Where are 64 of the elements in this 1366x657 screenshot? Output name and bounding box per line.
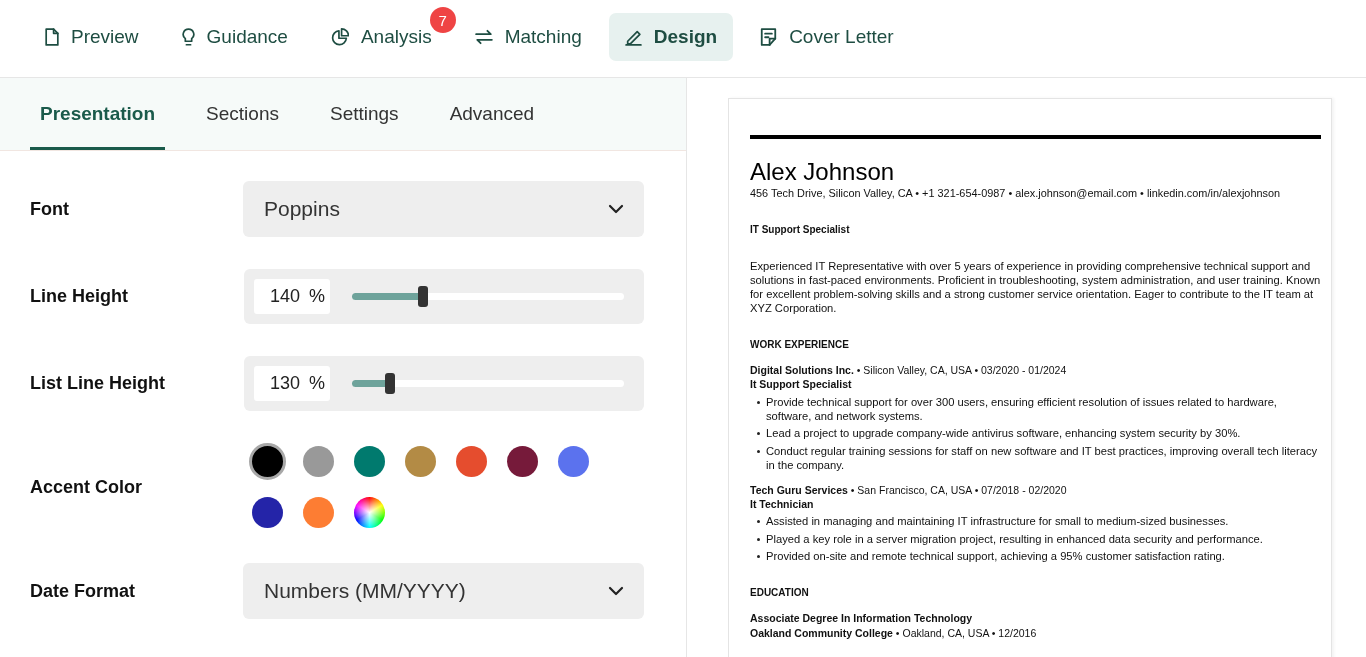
setting-label: Date Format: [30, 580, 137, 602]
note-icon: [760, 28, 778, 46]
job-title: It Support Specialist: [750, 377, 853, 391]
job-title: It Technician: [750, 496, 815, 511]
number-field[interactable]: 130 %: [254, 366, 330, 401]
school-line: Oakland Community College • Oakland, CA, USA • 12/2016: [750, 626, 1038, 641]
bullet-text: Lead a project to upgrade company-wide antivirus software, enhancing system security by 30%.: [766, 426, 1241, 440]
settings-tab[interactable]: Sections: [196, 78, 289, 150]
slider-thumb[interactable]: [417, 286, 428, 307]
job-header: Digital Solutions Inc. • Silicon Valley, CA, USA • 03/2020 - 01/2024: [750, 363, 1068, 377]
select-dropdown[interactable]: Poppins: [243, 181, 644, 237]
pencil-icon: [624, 28, 642, 46]
bullet-icon: [757, 400, 760, 404]
bullet-text: Conduct regular training sessions for staff on new software and IT best practices, improving overall tech literacy in the company.: [766, 443, 1319, 472]
bullet-text: Assisted in managing and maintaining IT infrastructure for small to medium-sized businesses.: [766, 514, 1229, 528]
job-header: Tech Guru Services • San Francisco, CA, USA • 07/2018 - 02/2020: [750, 482, 1068, 497]
color-swatch[interactable]: [456, 446, 487, 477]
document-icon: [45, 28, 59, 46]
setting-label: List Line Height: [30, 373, 166, 394]
notification-badge: 7: [429, 7, 456, 33]
color-swatch[interactable]: [354, 446, 385, 477]
color-swatch[interactable]: [558, 446, 589, 477]
color-swatch[interactable]: [303, 497, 334, 528]
color-swatch[interactable]: [507, 446, 538, 477]
section-heading: EDUCATION: [750, 586, 810, 600]
nav-tab[interactable]: Guidance: [165, 13, 304, 61]
nav-tab[interactable]: Cover Letter: [744, 13, 910, 61]
setting-label: Accent Color: [30, 476, 144, 498]
bullet-text: Played a key role in a server migration project, resulting in enhanced data security and performance.: [766, 531, 1263, 546]
chevron-down-icon: [608, 204, 624, 214]
contact-info: 456 Tech Drive, Silicon Valley, CA • +1 321-654-0987 • alex.johnson@email.com • linkedin.com/in/alexjohnson: [750, 186, 1282, 200]
bullet-text: Provide technical support for over 300 users, ensuring efficient resolution of issues related to hardware, software, and network systems.: [766, 394, 1278, 423]
color-wheel-icon[interactable]: [354, 497, 385, 528]
summary-paragraph: Experienced IT Representative with over 5 years of experience in providing comprehensive technical support and solutions in fast-paced environments. Proficient in troubleshooting, system administration, and user training. Known for excellent problem-solving skills and a strong customer service orientation. Eager to contribute to the IT team at XYZ Corporation.: [750, 259, 1321, 315]
pie-chart-icon: [330, 28, 349, 46]
color-swatch[interactable]: [252, 497, 283, 528]
setting-label: Font: [30, 198, 70, 220]
nav-tab[interactable]: Design: [608, 13, 734, 61]
select-dropdown[interactable]: Numbers (MM/YYYY): [243, 563, 644, 619]
color-swatch[interactable]: [303, 446, 334, 477]
color-swatch[interactable]: [405, 446, 436, 477]
nav-tab[interactable]: Preview: [29, 13, 155, 61]
resume-name: Alex Johnson: [750, 158, 896, 186]
settings-tab[interactable]: Advanced: [439, 78, 545, 150]
nav-tab[interactable]: Matching: [458, 13, 598, 61]
settings-tab[interactable]: Presentation: [30, 78, 166, 150]
settings-tab[interactable]: Settings: [319, 78, 409, 150]
slider-track[interactable]: [352, 373, 624, 394]
bullet-icon: [757, 449, 760, 453]
bullet-icon: [757, 520, 760, 523]
bullet-text: Provided on-site and remote technical support, achieving a 95% customer satisfaction rating.: [766, 549, 1225, 563]
bullet-icon: [757, 432, 760, 435]
degree-title: Associate Degree In Information Technology: [750, 611, 974, 626]
setting-label: Line Height: [30, 286, 129, 307]
lightbulb-icon: [181, 28, 195, 46]
slider-thumb[interactable]: [385, 373, 396, 394]
chevron-down-icon: [608, 586, 624, 596]
slider-track[interactable]: [352, 286, 624, 307]
resume-title: IT Support Specialist: [750, 223, 851, 237]
number-field[interactable]: 140 %: [254, 279, 330, 314]
color-swatch[interactable]: [249, 443, 286, 480]
bullet-icon: [757, 537, 760, 541]
bullet-icon: [757, 555, 760, 558]
section-heading: WORK EXPERIENCE: [750, 338, 850, 352]
